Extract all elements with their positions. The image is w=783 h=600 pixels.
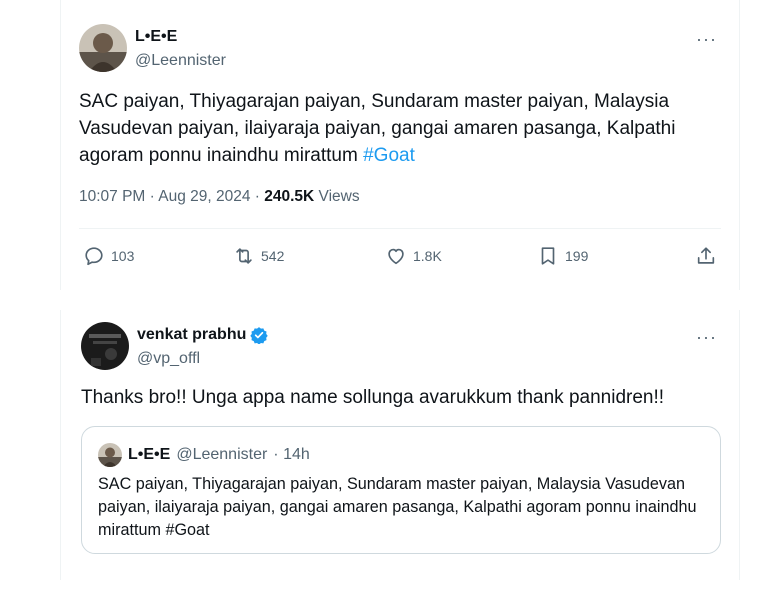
more-options-icon[interactable]: ···: [696, 30, 717, 48]
author-avatar[interactable]: [79, 24, 127, 72]
views-count: 240.5K: [264, 188, 315, 205]
reply-count: 103: [111, 248, 135, 264]
more-options-icon[interactable]: ···: [696, 328, 717, 346]
reply-author-avatar[interactable]: [81, 322, 129, 370]
bookmark-count: 199: [565, 248, 589, 264]
reply-button[interactable]: 103: [83, 238, 134, 274]
quoted-tweet-text: SAC paiyan, Thiyagarajan paiyan, Sundara…: [98, 475, 697, 539]
bookmark-icon: [541, 247, 555, 265]
tweet-text: SAC paiyan, Thiyagarajan paiyan, Sundara…: [79, 88, 719, 169]
divider: [79, 228, 721, 229]
retweet-button[interactable]: 542: [233, 238, 284, 274]
hashtag-link[interactable]: #Goat: [363, 145, 415, 166]
retweet-icon: [236, 248, 252, 264]
author-handle[interactable]: @Leennister: [135, 52, 226, 70]
quoted-time: · 14h: [273, 446, 310, 463]
share-button[interactable]: [695, 238, 717, 274]
bookmark-button[interactable]: 199: [537, 238, 588, 274]
reply-icon: [85, 247, 103, 266]
quoted-tweet[interactable]: L•E•E @Leennister · 14h SAC paiyan, Thiy…: [81, 426, 721, 554]
retweet-count: 542: [261, 248, 285, 264]
quoted-tweet-header: L•E•E @Leennister · 14h: [98, 443, 310, 467]
avatar-photo-icon: [79, 24, 127, 72]
reply-card[interactable]: venkat prabhu @vp_offl ··· Thanks bro!! …: [60, 310, 740, 580]
tweet-card[interactable]: L•E•E @Leennister ··· SAC paiyan, Thiyag…: [60, 0, 740, 290]
reply-author-handle[interactable]: @vp_offl: [137, 350, 200, 368]
author-name[interactable]: L•E•E: [135, 28, 177, 46]
tweet-meta: 10:07 PM · Aug 29, 2024 · 240.5K Views: [79, 188, 360, 206]
heart-icon: [388, 248, 404, 265]
quoted-author-name: L•E•E: [128, 446, 171, 463]
quoted-author-handle: @Leennister: [176, 446, 268, 463]
reply-text: Thanks bro!! Unga appa name sollunga ava…: [81, 387, 665, 408]
avatar-photo-icon: [98, 443, 122, 467]
verified-badge-icon: [250, 327, 269, 344]
like-count: 1.8K: [413, 248, 442, 264]
action-bar: 103 542 1.8K 199: [79, 238, 721, 274]
quoted-author-avatar: [98, 443, 122, 467]
share-icon: [697, 247, 715, 264]
views-label: Views: [314, 188, 360, 205]
reply-author-name[interactable]: venkat prabhu: [137, 326, 246, 344]
like-button[interactable]: 1.8K: [385, 238, 442, 274]
avatar-photo-icon: [81, 322, 129, 370]
reply-author-name-row: venkat prabhu: [137, 326, 269, 344]
timestamp[interactable]: 10:07 PM · Aug 29, 2024 ·: [79, 188, 264, 205]
